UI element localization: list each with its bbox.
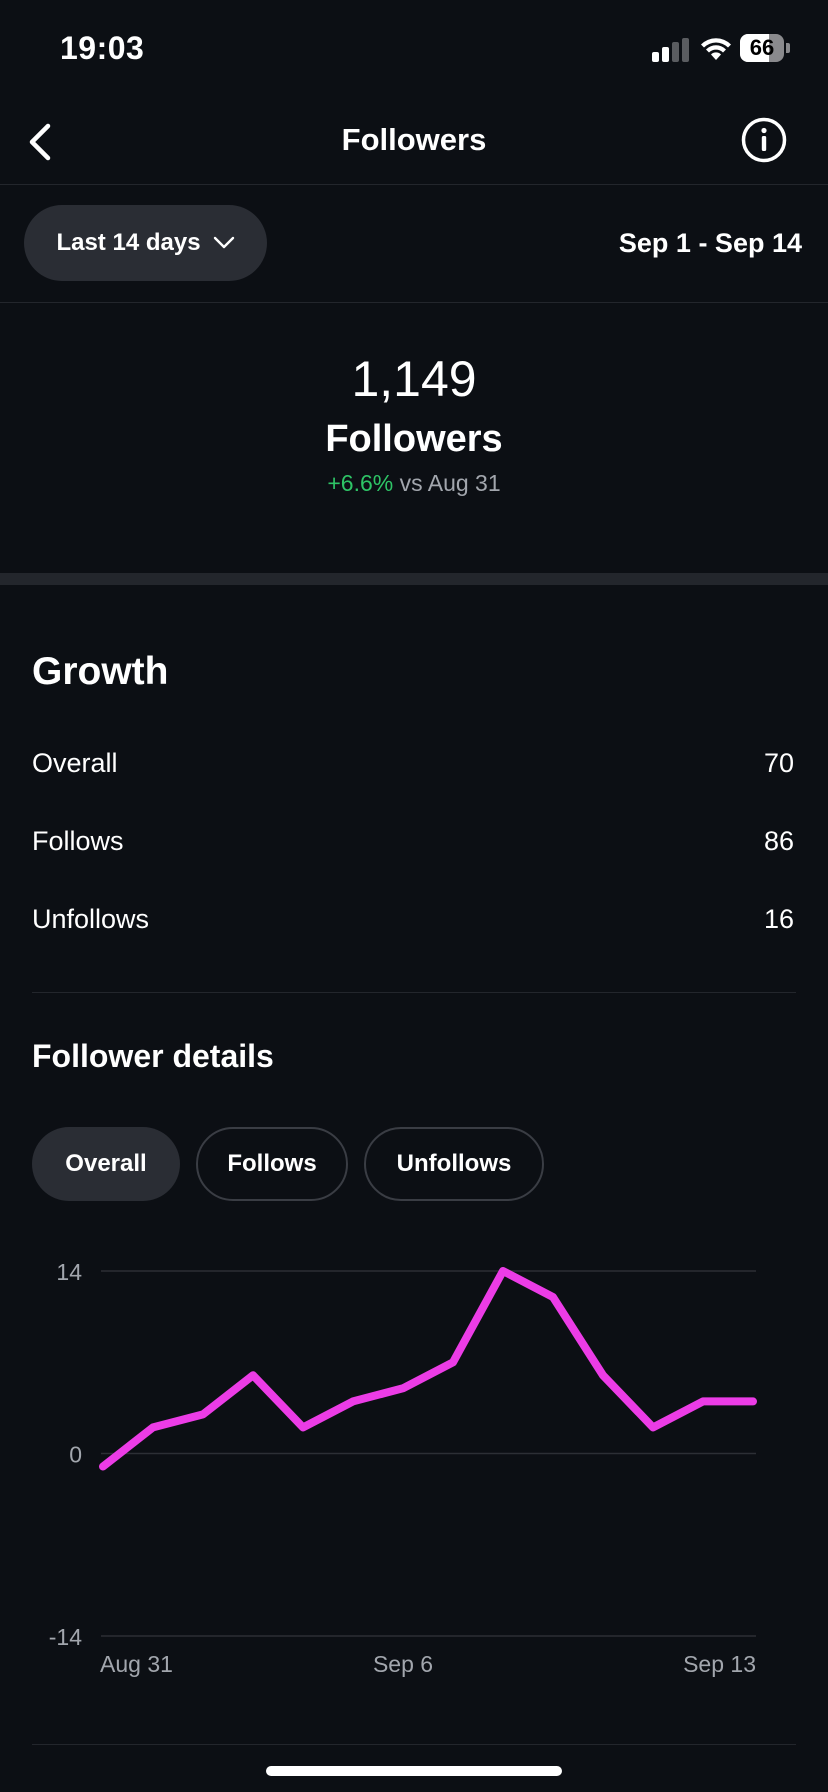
battery-icon: 66 <box>740 34 790 62</box>
data-point <box>102 1466 104 1468</box>
change-percent: +6.6% <box>327 470 394 496</box>
growth-row-unfollows: Unfollows 16 <box>32 904 794 944</box>
series-line <box>99 1267 757 1471</box>
data-point <box>352 1400 354 1402</box>
battery-level: 66 <box>749 35 775 60</box>
nav-divider <box>0 184 828 185</box>
cellular-signal-icon <box>652 38 690 62</box>
growth-row-follows: Follows 86 <box>32 826 794 866</box>
data-point <box>402 1387 404 1389</box>
data-point <box>552 1296 554 1298</box>
growth-title: Growth <box>32 650 169 693</box>
growth-row-overall: Overall 70 <box>32 748 794 788</box>
growth-row-label: Unfollows <box>32 904 150 934</box>
tab-label: Follows <box>227 1150 317 1177</box>
chart-bottom-divider <box>32 1744 796 1745</box>
growth-row-label: Overall <box>32 748 118 778</box>
data-point <box>652 1426 654 1428</box>
tab-follows[interactable]: Follows <box>196 1127 348 1201</box>
data-point <box>202 1413 204 1415</box>
follower-count: 1,149 <box>351 351 477 407</box>
growth-row-value: 86 <box>763 826 794 856</box>
date-range-text: Sep 1 - Sep 14 <box>618 228 802 258</box>
data-point <box>502 1270 504 1272</box>
page-title: Followers <box>341 122 487 157</box>
tab-unfollows[interactable]: Unfollows <box>364 1127 544 1201</box>
follower-details-title: Follower details <box>32 1038 274 1074</box>
status-time: 19:03 <box>60 30 145 66</box>
tab-overall[interactable]: Overall <box>32 1127 180 1201</box>
follower-count-label: Followers <box>325 418 503 460</box>
section-divider <box>0 573 828 585</box>
x-tick-label: Sep 6 <box>373 1651 433 1677</box>
change-compare: vs Aug 31 <box>399 470 501 496</box>
y-tick-label: -14 <box>49 1624 82 1650</box>
growth-divider <box>32 992 796 993</box>
data-point <box>752 1400 754 1402</box>
date-range-dropdown[interactable]: Last 14 days <box>24 205 267 281</box>
data-point <box>152 1426 154 1428</box>
x-tick-label: Aug 31 <box>100 1651 173 1677</box>
y-tick-label: 14 <box>56 1259 82 1285</box>
wifi-icon <box>700 36 732 67</box>
data-point <box>452 1361 454 1363</box>
chevron-down-icon <box>213 229 235 257</box>
info-icon[interactable] <box>740 116 788 164</box>
data-point <box>602 1374 604 1376</box>
y-tick-label: 0 <box>69 1442 82 1468</box>
x-tick-label: Sep 13 <box>683 1651 756 1677</box>
tab-label: Unfollows <box>396 1150 512 1177</box>
filter-divider <box>0 302 828 303</box>
growth-row-value: 70 <box>763 748 794 778</box>
data-point <box>702 1400 704 1402</box>
date-range-dropdown-label: Last 14 days <box>56 229 201 256</box>
growth-row-label: Follows <box>32 826 124 856</box>
tab-label: Overall <box>65 1150 147 1177</box>
data-point <box>302 1426 304 1428</box>
follower-change: +6.6% vs Aug 31 <box>0 470 828 497</box>
home-indicator <box>266 1766 562 1776</box>
data-point <box>252 1374 254 1376</box>
growth-row-value: 16 <box>763 904 794 934</box>
follower-line-chart: 14 0 -14 Aug 31 Sep 6 Sep 13 <box>49 1259 757 1677</box>
